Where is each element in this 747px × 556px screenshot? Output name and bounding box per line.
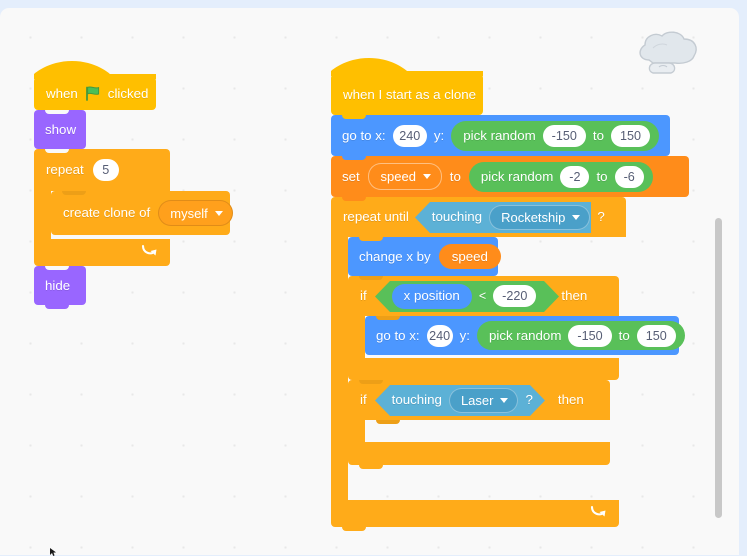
go-to-y-label: y:	[433, 127, 445, 143]
repeat-until-block[interactable]: repeat until touching Rocketship ? chang…	[331, 197, 685, 531]
if-x-position-block[interactable]: if x position < -220 then go to x: 240 y…	[348, 276, 685, 384]
touching-label: touching	[431, 209, 483, 225]
question-mark-label: ?	[597, 209, 605, 225]
touching-label: touching	[391, 392, 442, 408]
pick-random-from-input[interactable]: -2	[560, 165, 590, 188]
block-workspace-canvas[interactable]: when clicked show repeat 5 create clone …	[0, 8, 739, 555]
then-label: then	[561, 288, 588, 304]
clone-target-value: myself	[170, 205, 208, 221]
pick-random-label: pick random	[488, 327, 562, 343]
chevron-down-icon	[214, 210, 223, 216]
set-variable-block[interactable]: set speed to pick random -2 to -6	[331, 156, 689, 201]
pick-random-to-input[interactable]: 150	[636, 324, 676, 347]
then-label: then	[557, 392, 584, 408]
when-start-as-clone-label: when I start as a clone	[343, 86, 477, 102]
hide-label: hide	[45, 277, 71, 293]
cloud-sprite-icon	[635, 30, 701, 76]
pick-random-to-input[interactable]: 150	[610, 124, 650, 147]
x-position-reporter[interactable]: x position	[391, 283, 472, 309]
touching-target-dropdown[interactable]: Laser	[448, 387, 519, 413]
touching-target-value: Laser	[460, 392, 494, 408]
pick-random-to-label: to	[618, 327, 630, 343]
pick-random-reporter[interactable]: pick random -150 to 150	[476, 321, 685, 350]
x-position-label: x position	[403, 288, 460, 304]
touching-rocketship-condition[interactable]: touching Rocketship ?	[414, 201, 605, 233]
change-x-by-label: change x by	[359, 248, 431, 264]
empty-slot[interactable]	[365, 420, 610, 442]
touching-target-value: Rocketship	[501, 209, 566, 225]
touching-target-dropdown[interactable]: Rocketship	[489, 204, 591, 230]
go-to-x-input[interactable]: 240	[392, 124, 427, 147]
clicked-label: clicked	[107, 85, 149, 101]
pick-random-label: pick random	[480, 168, 554, 184]
speed-variable-reporter[interactable]: speed	[438, 244, 501, 269]
script-green-flag[interactable]: when clicked show repeat 5 create clone …	[34, 61, 233, 309]
change-x-by-block[interactable]: change x by speed	[348, 237, 501, 280]
pick-random-reporter[interactable]: pick random -150 to 150	[451, 120, 659, 151]
repeat-label: repeat	[46, 162, 84, 178]
hat-curve	[34, 61, 156, 79]
pick-random-from-input[interactable]: -150	[542, 124, 586, 147]
script-clone[interactable]: when I start as a clone go to x: 240 y: …	[331, 58, 689, 531]
chevron-down-icon	[572, 214, 581, 220]
go-to-x-label: go to x:	[376, 327, 420, 343]
chevron-down-icon	[500, 397, 509, 403]
hat-curve	[331, 58, 483, 76]
if-label: if	[360, 288, 367, 304]
repeat-until-label: repeat until	[343, 209, 409, 225]
go-to-x-input[interactable]: 240	[426, 324, 453, 347]
green-flag-icon	[85, 86, 101, 101]
less-than-condition[interactable]: x position < -220	[374, 280, 559, 312]
if-touching-laser-block[interactable]: if touching Laser ? then	[348, 380, 610, 469]
comparison-value-input[interactable]: -220	[493, 285, 537, 307]
when-flag-clicked-block[interactable]: when clicked	[34, 61, 156, 114]
go-to-xy-block[interactable]: go to x: 240 y: pick random -150 to 150	[365, 316, 685, 355]
go-to-x-label: go to x:	[342, 127, 386, 143]
hide-block[interactable]: hide	[34, 266, 86, 309]
pick-random-to-label: to	[596, 168, 608, 184]
when-label: when	[46, 85, 78, 101]
pick-random-from-input[interactable]: -150	[568, 324, 612, 347]
variable-name: speed	[380, 169, 416, 184]
set-label: set	[342, 168, 360, 184]
pick-random-label: pick random	[463, 127, 536, 143]
less-than-operator-label: <	[478, 288, 487, 303]
touching-laser-condition[interactable]: touching Laser ?	[374, 384, 550, 416]
question-mark-label: ?	[525, 392, 533, 408]
repeat-times-input[interactable]: 5	[92, 159, 119, 181]
mouse-cursor-icon	[50, 548, 56, 556]
speed-variable-label: speed	[451, 248, 488, 264]
if-label: if	[360, 392, 367, 408]
pick-random-to-input[interactable]: -6	[614, 165, 644, 188]
go-to-xy-block[interactable]: go to x: 240 y: pick random -150 to 150	[331, 115, 670, 160]
clone-target-dropdown[interactable]: myself	[158, 200, 233, 226]
create-clone-block[interactable]: create clone of myself	[51, 191, 233, 235]
loop-arrow-icon	[589, 504, 606, 520]
vertical-scrollbar-thumb[interactable]	[715, 218, 722, 518]
show-label: show	[45, 121, 77, 137]
pick-random-to-label: to	[592, 127, 604, 143]
when-start-as-clone-block[interactable]: when I start as a clone	[331, 58, 483, 119]
variable-dropdown[interactable]: speed	[367, 163, 442, 190]
go-to-y-label: y:	[459, 327, 470, 343]
to-label: to	[449, 168, 461, 184]
chevron-down-icon	[422, 174, 431, 179]
pick-random-reporter[interactable]: pick random -2 to -6	[468, 161, 653, 192]
loop-arrow-icon	[140, 243, 157, 259]
create-clone-label: create clone of	[63, 205, 151, 221]
show-block[interactable]: show	[34, 110, 86, 153]
